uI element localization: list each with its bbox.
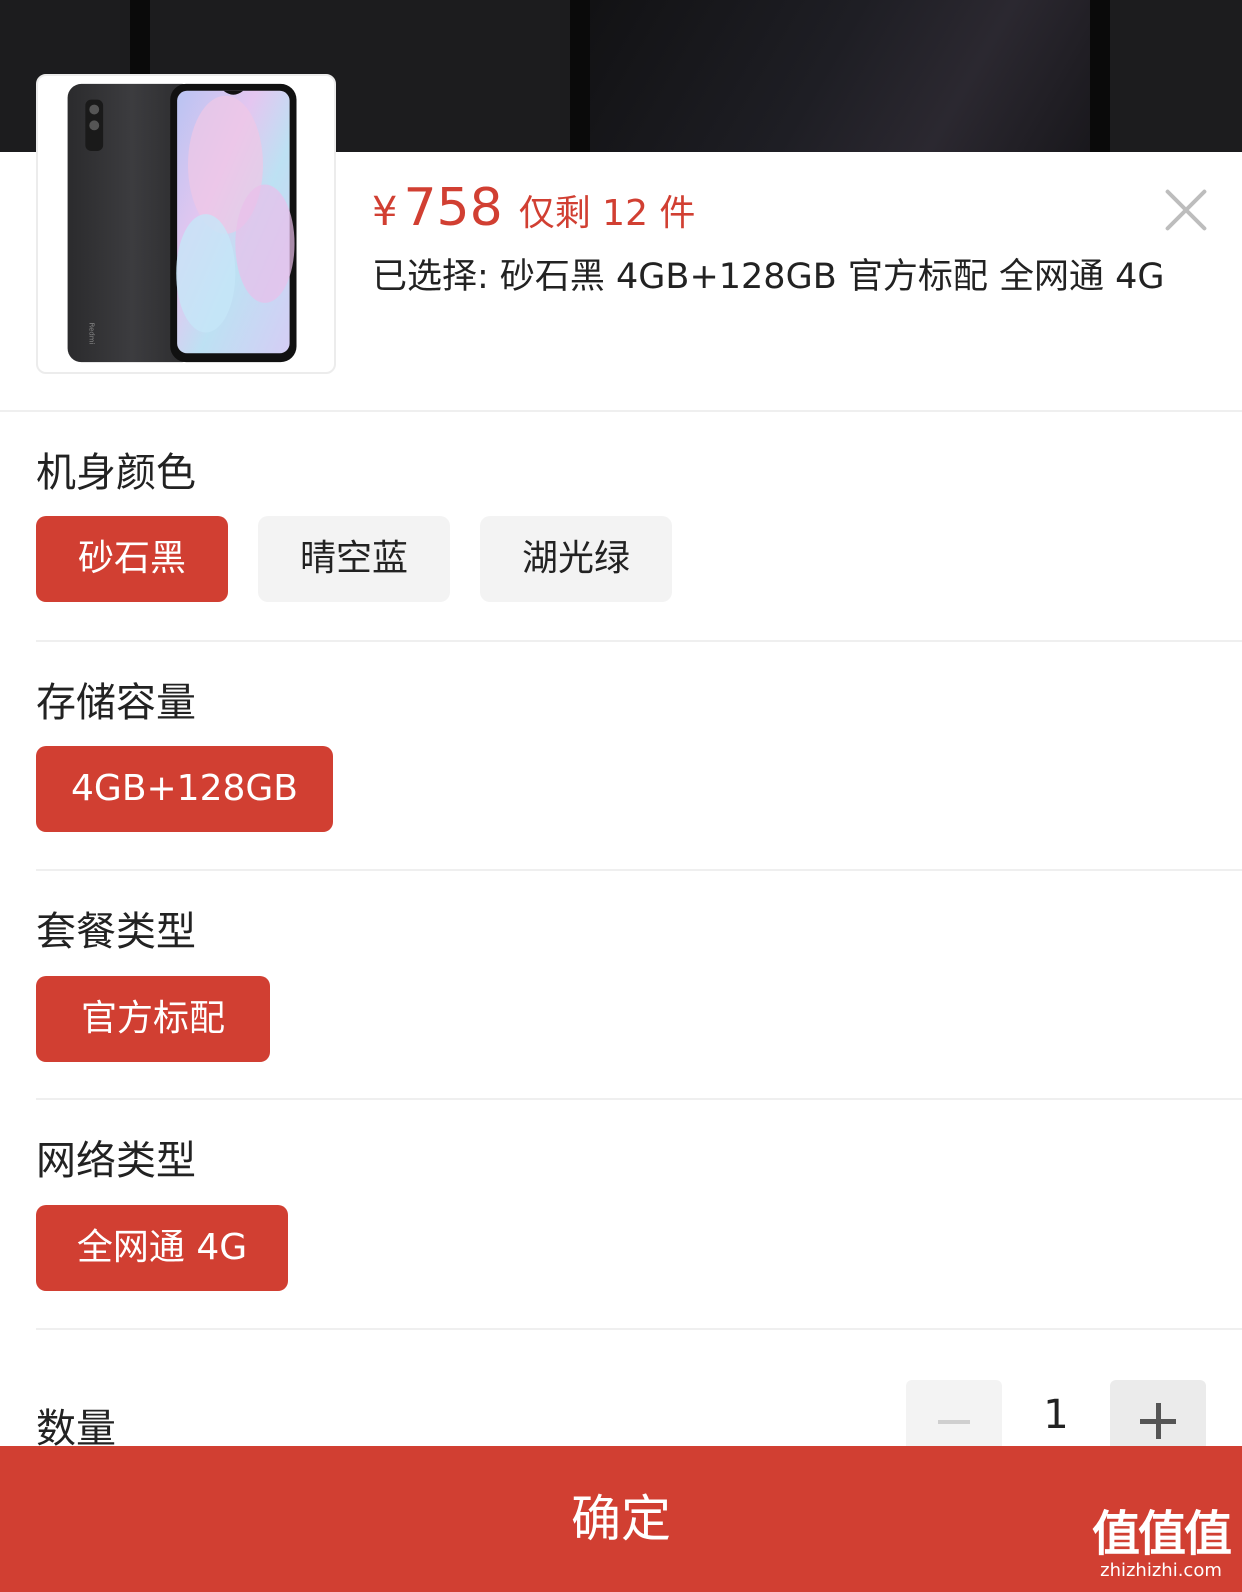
confirm-button[interactable]: 确定	[0, 1446, 1242, 1592]
phone-image: Redmi	[67, 83, 297, 363]
divider-network	[36, 1328, 1242, 1330]
watermark-url: zhizhizhi.com	[1100, 1560, 1222, 1581]
thumbnail-brand-text: Redmi	[87, 323, 95, 345]
divider-storage	[36, 869, 1242, 871]
divider-header	[0, 410, 1242, 412]
quantity-value[interactable]: 1	[1006, 1392, 1106, 1438]
watermark: 值值值 zhizhizhi.com	[1086, 1508, 1236, 1582]
option-storage-4gb-128gb[interactable]: 4GB+128GB	[36, 746, 333, 832]
section-title-color: 机身颜色	[36, 450, 196, 496]
option-network-4g[interactable]: 全网通 4G	[36, 1205, 288, 1291]
product-thumbnail: Redmi	[36, 74, 336, 374]
section-title-package: 套餐类型	[36, 909, 196, 955]
selected-summary: 已选择: 砂石黑 4GB+128GB 官方标配 全网通 4G	[372, 257, 1165, 297]
divider-color	[36, 640, 1242, 642]
price-currency: ¥	[372, 189, 398, 235]
section-title-network: 网络类型	[36, 1138, 196, 1184]
option-color-lake-green[interactable]: 湖光绿	[480, 516, 672, 602]
close-icon[interactable]	[1164, 188, 1208, 232]
divider-package	[36, 1098, 1242, 1100]
stock-remaining: 仅剩 12 件	[518, 193, 696, 234]
watermark-logo: 值值值	[1091, 1506, 1232, 1562]
phone-edge-right	[1090, 0, 1110, 152]
phone-screen	[590, 0, 1110, 152]
option-color-sand-black[interactable]: 砂石黑	[36, 516, 228, 602]
phone-edge-mid	[570, 0, 590, 152]
option-color-sky-blue[interactable]: 晴空蓝	[258, 516, 450, 602]
section-title-storage: 存储容量	[36, 680, 196, 726]
price-row: ¥ 758 仅剩 12 件	[372, 178, 695, 248]
price-value: 758	[403, 178, 503, 238]
option-package-official[interactable]: 官方标配	[36, 976, 270, 1062]
